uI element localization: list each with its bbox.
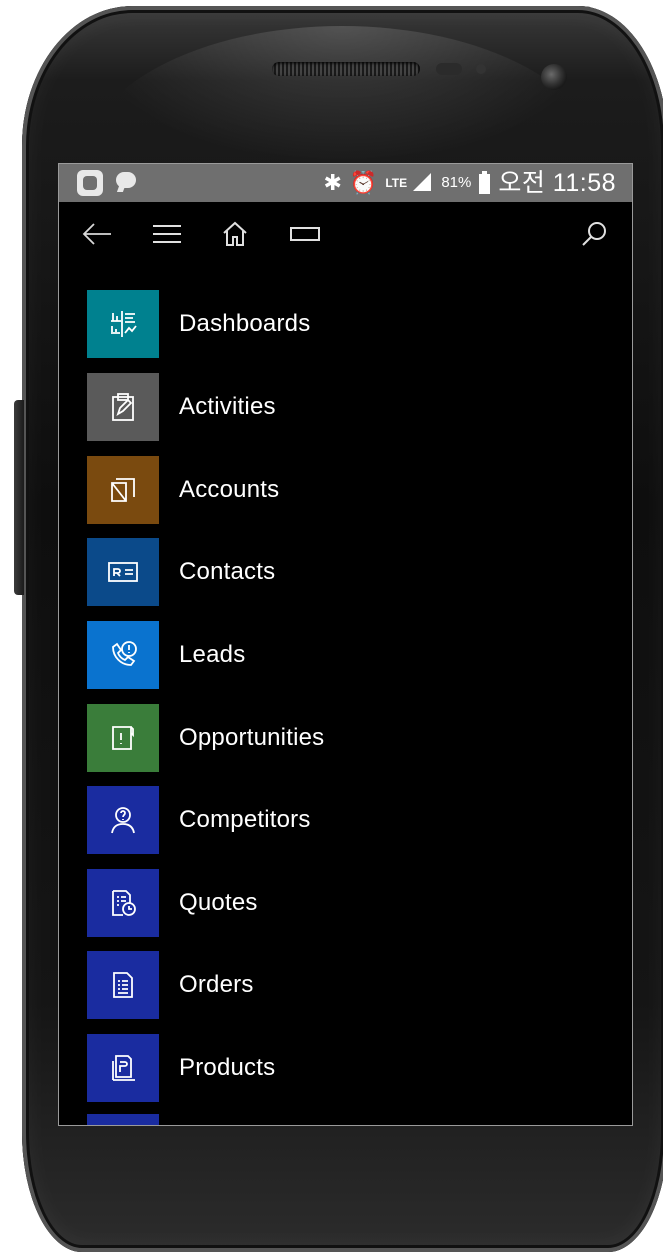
entity-label: Activities: [179, 393, 276, 420]
clipboard-icon: [112, 393, 134, 421]
activities-tile: [87, 373, 159, 441]
earpiece-speaker: [272, 62, 420, 76]
entity-label: Orders: [179, 971, 254, 998]
back-button[interactable]: [77, 214, 117, 254]
entity-label: Competitors: [179, 806, 311, 833]
list-item-activities[interactable]: Activities: [87, 373, 627, 441]
phone-alert-icon: [112, 641, 137, 666]
entity-label: Dashboards: [179, 310, 311, 337]
lte-icon: LTE: [385, 176, 408, 190]
search-button[interactable]: [574, 214, 614, 254]
signal-icon: [413, 173, 433, 193]
bluetooth-icon: ✱: [323, 170, 342, 195]
chat-notification-icon: [113, 170, 139, 196]
app-notification-icon: [77, 170, 103, 196]
menu-button[interactable]: [147, 214, 187, 254]
next-tile-peek: [87, 1114, 159, 1125]
dashboard-icon: [111, 311, 137, 337]
entity-label: Quotes: [179, 889, 258, 916]
tabs-button[interactable]: [285, 214, 325, 254]
list-item-contacts[interactable]: Contacts: [87, 538, 627, 606]
status-bar: ✱ ⏰ LTE 81% 오전 11:58: [59, 164, 632, 202]
clock: 오전 11:58: [498, 169, 616, 197]
contacts-tile: [87, 538, 159, 606]
list-item-opportunities[interactable]: Opportunities: [87, 704, 627, 772]
phone-shine: [82, 26, 602, 166]
dashboards-tile: [87, 290, 159, 358]
volume-key: [14, 400, 24, 595]
entity-label: Products: [179, 1054, 276, 1081]
order-icon: [113, 972, 133, 998]
search-icon: [582, 222, 606, 246]
account-icon: [111, 478, 135, 502]
entity-label: Accounts: [179, 476, 280, 503]
alarm-icon: ⏰: [349, 170, 378, 195]
list-item-orders[interactable]: Orders: [87, 951, 627, 1019]
front-camera: [541, 64, 567, 90]
opportunity-icon: [112, 726, 134, 750]
list-item-products[interactable]: Products: [87, 1034, 627, 1102]
competitors-tile: [87, 786, 159, 854]
entity-label: Opportunities: [179, 724, 325, 751]
list-item-dashboards[interactable]: Dashboards: [87, 290, 627, 358]
battery-icon: [479, 171, 491, 194]
hamburger-menu-icon: [153, 225, 181, 243]
home-icon: [223, 221, 247, 246]
contact-card-icon: [108, 562, 138, 582]
accounts-tile: [87, 456, 159, 524]
back-arrow-icon: [82, 223, 111, 245]
list-item-leads[interactable]: Leads: [87, 621, 627, 689]
quote-icon: [112, 890, 136, 916]
list-item-quotes[interactable]: Quotes: [87, 869, 627, 937]
product-icon: [112, 1055, 135, 1081]
list-item-competitors[interactable]: Competitors: [87, 786, 627, 854]
leads-tile: [87, 621, 159, 689]
quotes-tile: [87, 869, 159, 937]
light-sensor: [476, 64, 486, 74]
products-tile: [87, 1034, 159, 1102]
tabs-icon: [290, 227, 320, 241]
screen: ✱ ⏰ LTE 81% 오전 11:58 Dashboards Activiti…: [58, 163, 633, 1126]
home-button[interactable]: [215, 214, 255, 254]
entity-label: Contacts: [179, 558, 276, 585]
orders-tile: [87, 951, 159, 1019]
app-toolbar: [59, 202, 632, 272]
battery-percent: 81%: [441, 174, 472, 191]
opportunities-tile: [87, 704, 159, 772]
entity-label: Leads: [179, 641, 246, 668]
competitor-icon: [111, 807, 135, 834]
list-item-accounts[interactable]: Accounts: [87, 456, 627, 524]
proximity-sensor: [436, 63, 462, 75]
